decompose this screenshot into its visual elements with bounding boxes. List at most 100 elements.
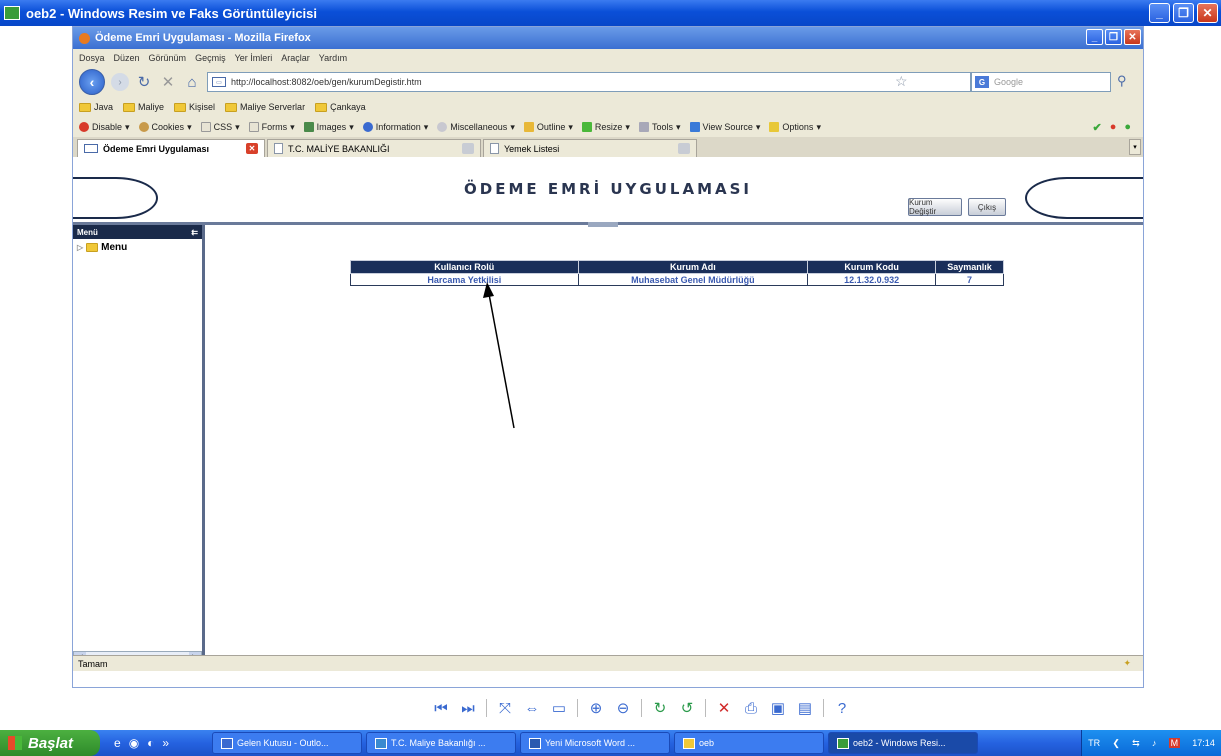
bookmark-java[interactable]: Java — [79, 102, 113, 112]
folder-icon — [225, 102, 238, 112]
best-fit-icon[interactable]: ⤧ — [496, 700, 514, 717]
tab-yemek[interactable]: Yemek Listesi — [483, 139, 697, 157]
home-icon[interactable]: ⌂ — [183, 74, 201, 91]
bookmark-cankaya[interactable]: Çankaya — [315, 102, 366, 112]
error-icon[interactable]: ● — [1110, 121, 1117, 134]
dev-tools[interactable]: Tools ▾ — [638, 122, 681, 133]
maximize-icon[interactable]: ❐ — [1173, 3, 1194, 23]
menu-help[interactable]: Yardım — [319, 53, 347, 63]
search-input[interactable]: G Google — [971, 72, 1111, 92]
bookmark-maliye-serverlar[interactable]: Maliye Serverlar — [225, 102, 305, 112]
tab-maliye[interactable]: T.C. MALİYE BAKANLIĞI — [267, 139, 481, 157]
tab-close-icon[interactable]: ✕ — [246, 143, 258, 154]
separator — [705, 699, 706, 717]
menu-edit[interactable]: Düzen — [114, 53, 140, 63]
table-row[interactable]: Harcama Yetkilisi Muhasebat Genel Müdürl… — [350, 273, 1004, 286]
ff-minimize-icon[interactable]: _ — [1086, 29, 1103, 45]
dev-images[interactable]: Images ▾ — [303, 122, 354, 133]
language-indicator[interactable]: TR — [1088, 738, 1100, 748]
menu-history[interactable]: Geçmiş — [195, 53, 226, 63]
folder-icon — [123, 102, 136, 112]
minimize-icon[interactable]: _ — [1149, 3, 1170, 23]
start-button[interactable]: Başlat — [0, 730, 100, 756]
menu-view[interactable]: Görünüm — [149, 53, 187, 63]
tab-label: Yemek Listesi — [504, 143, 560, 154]
dev-options[interactable]: Options ▾ — [769, 122, 821, 133]
ie-icon[interactable]: e — [114, 736, 121, 750]
logout-button[interactable]: Çıkış — [968, 198, 1006, 216]
task-oeb-folder[interactable]: oeb — [674, 732, 824, 754]
check-icon[interactable]: ✔ — [1092, 121, 1101, 134]
task-maliye[interactable]: T.C. Maliye Bakanlığı ... — [366, 732, 516, 754]
cell-org-code[interactable]: 12.1.32.0.932 — [807, 273, 937, 286]
save-icon[interactable]: ▣ — [769, 699, 787, 717]
tray-expand-icon[interactable]: ❮ — [1112, 738, 1120, 749]
cell-accounting-office[interactable]: 7 — [935, 273, 1004, 286]
tab-odeme-emri[interactable]: Ödeme Emri Uygulaması ✕ — [77, 139, 265, 157]
dev-disable[interactable]: Disable ▾ — [79, 122, 130, 133]
dev-outline[interactable]: Outline ▾ — [523, 122, 573, 133]
tab-list-icon[interactable]: ▾ — [1129, 139, 1141, 155]
dev-css[interactable]: CSS ▾ — [200, 122, 240, 133]
rotate-counterclockwise-icon[interactable]: ↺ — [678, 699, 696, 717]
menu-bar: Dosya Düzen Görünüm Geçmiş Yer İmleri Ar… — [73, 49, 1143, 67]
forward-icon[interactable]: › — [111, 73, 129, 91]
bookmark-star-icon[interactable]: ☆ — [895, 73, 908, 90]
help-icon[interactable]: ? — [833, 700, 851, 717]
print-icon[interactable]: ⎙ — [742, 700, 760, 717]
actual-size-icon[interactable]: ⇔ — [523, 700, 541, 717]
reload-icon[interactable]: ↻ — [135, 73, 153, 91]
miscellaneous-icon — [437, 122, 448, 132]
zoom-in-icon[interactable]: ⊕ — [587, 699, 605, 717]
show-desktop-icon[interactable]: ◐ — [147, 736, 154, 750]
ff-close-icon[interactable]: ✕ — [1124, 29, 1141, 45]
menu-file[interactable]: Dosya — [79, 53, 105, 63]
cell-org-name[interactable]: Muhasebat Genel Müdürlüğü — [577, 273, 809, 286]
zoom-out-icon[interactable]: ⊖ — [614, 699, 632, 717]
antivirus-icon[interactable]: M — [1168, 738, 1181, 748]
firefox-quicklaunch-icon[interactable]: ◉ — [129, 736, 139, 750]
collapse-icon[interactable]: ⇇ — [191, 228, 198, 237]
cell-role[interactable]: Harcama Yetkilisi — [350, 273, 579, 286]
ff-maximize-icon[interactable]: ❐ — [1105, 29, 1122, 45]
tab-close-icon[interactable] — [462, 143, 474, 154]
volume-icon[interactable]: ♪ — [1152, 738, 1157, 748]
dev-cookies[interactable]: Cookies ▾ — [138, 122, 192, 133]
expand-icon[interactable]: ▷ — [77, 243, 83, 252]
next-image-icon[interactable]: ⏭ — [459, 700, 477, 717]
quicklaunch-more-icon[interactable]: » — [162, 736, 169, 750]
dev-label: Resize — [594, 122, 623, 132]
dev-resize[interactable]: Resize ▾ — [581, 122, 630, 133]
delete-icon[interactable]: ✕ — [715, 699, 733, 717]
dev-miscellaneous[interactable]: Miscellaneous ▾ — [437, 122, 515, 133]
sidebar-item-menu[interactable]: ▷ Menu — [73, 239, 202, 256]
stop-icon[interactable]: ✕ — [159, 73, 177, 91]
rotate-clockwise-icon[interactable]: ↻ — [651, 699, 669, 717]
bookmark-maliye[interactable]: Maliye — [123, 102, 164, 112]
dev-forms[interactable]: Forms ▾ — [248, 122, 295, 133]
url-bar[interactable]: ▭ http://localhost:8082/oeb/gen/kurumDeg… — [207, 72, 971, 92]
bookmark-label: Java — [94, 102, 114, 112]
task-oeb2-viewer[interactable]: oeb2 - Windows Resi... — [828, 732, 978, 754]
menu-tools[interactable]: Araçlar — [281, 53, 310, 63]
search-icon[interactable]: ⚲ — [1117, 73, 1127, 89]
dev-view-source[interactable]: View Source ▾ — [689, 122, 760, 133]
menu-bookmarks[interactable]: Yer İmleri — [235, 53, 273, 63]
valid-icon[interactable]: ● — [1124, 121, 1131, 134]
tab-close-icon[interactable] — [678, 143, 690, 154]
network-icon[interactable]: ⇆ — [1132, 738, 1140, 749]
change-org-button[interactable]: Kurum Değiştir — [908, 198, 962, 216]
images-icon — [303, 122, 314, 132]
close-icon[interactable]: ✕ — [1197, 3, 1218, 23]
slideshow-icon[interactable]: ▭ — [550, 699, 568, 717]
task-word[interactable]: Yeni Microsoft Word ... — [520, 732, 670, 754]
task-outlook[interactable]: Gelen Kutusu - Outlo... — [212, 732, 362, 754]
back-icon[interactable]: ‹ — [79, 69, 105, 95]
open-with-icon[interactable]: ▤ — [796, 699, 814, 717]
google-icon[interactable]: G — [975, 76, 989, 88]
dev-information[interactable]: Information ▾ — [362, 122, 428, 133]
clock[interactable]: 17:14 — [1192, 738, 1215, 748]
bookmark-kisisel[interactable]: Kişisel — [174, 102, 215, 112]
forms-icon — [248, 122, 259, 132]
previous-image-icon[interactable]: ⏮ — [432, 700, 450, 717]
